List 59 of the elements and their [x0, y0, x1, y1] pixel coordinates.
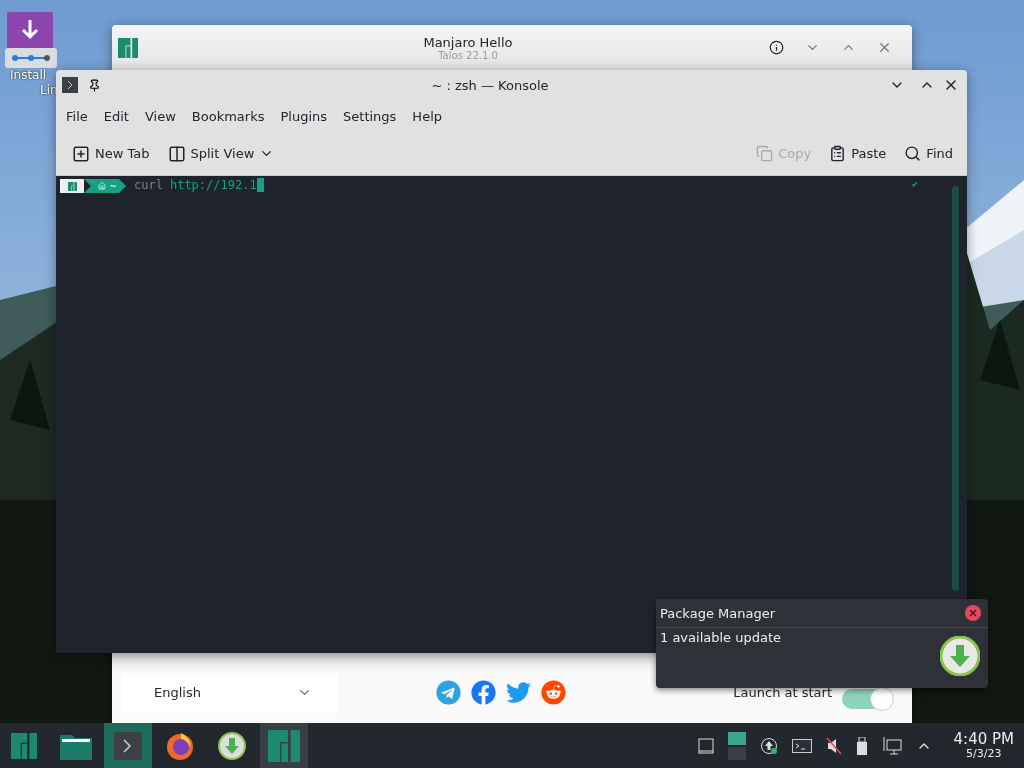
icon-label: Lin [40, 83, 58, 98]
pin-icon[interactable] [88, 78, 101, 92]
manjaro-logo-icon [67, 181, 77, 191]
clock-time: 4:40 PM [953, 731, 1014, 747]
menu-item[interactable]: File [58, 108, 96, 124]
menu-item[interactable]: Help [404, 108, 450, 124]
pager-icon[interactable] [727, 731, 746, 760]
manjaro-logo-icon [11, 732, 37, 759]
language-dropdown[interactable]: English [122, 672, 338, 713]
update-icon[interactable] [759, 736, 778, 755]
icon-label: Install [10, 68, 47, 83]
menu-item[interactable]: Plugins [272, 108, 336, 124]
installer-icon[interactable] [5, 12, 57, 68]
download-icon [218, 731, 246, 760]
download-icon[interactable] [940, 636, 980, 676]
split-view-icon [167, 144, 186, 163]
usb-drive-icon[interactable] [855, 736, 868, 755]
notification-body: 1 available update [660, 630, 782, 647]
network-icon[interactable] [881, 736, 902, 755]
command-text: curl [134, 178, 163, 192]
desktop-icon[interactable] [697, 737, 714, 754]
terminal-icon [114, 731, 142, 760]
menu-item[interactable]: Settings [335, 108, 405, 124]
info-icon[interactable] [768, 40, 784, 55]
manjaro-logo-icon [268, 729, 300, 762]
clipboard-icon [829, 145, 847, 162]
prompt-dir: ~ [110, 180, 117, 192]
notification-title: Package Manager [660, 605, 775, 621]
window-title: Manjaro Hello [423, 34, 513, 50]
menu-item[interactable]: View [136, 108, 184, 124]
facebook-icon[interactable] [470, 680, 496, 705]
clock[interactable]: 4:40 PM 5/3/23 [953, 731, 1014, 760]
fox-globe-icon [165, 730, 195, 761]
window-title: ~ : zsh — Konsole [430, 77, 550, 93]
new-tab-icon [72, 144, 90, 163]
cursor [256, 178, 264, 192]
status-check: ✔ [911, 178, 918, 191]
menu-item[interactable]: Bookmarks [183, 108, 273, 124]
manjaro-logo-icon [118, 37, 138, 58]
menu-item[interactable]: Edit [95, 108, 137, 124]
copy-icon [756, 145, 774, 162]
twitter-icon[interactable] [505, 680, 531, 705]
scrollbar[interactable] [952, 186, 959, 591]
window-subtitle: Talos 22.1.0 [438, 49, 498, 61]
toolbar-button[interactable]: Paste [823, 141, 893, 166]
home-icon [98, 182, 106, 190]
clock-date: 5/3/23 [966, 747, 1002, 760]
terminal-icon [62, 77, 78, 93]
launch-label: Launch at start [733, 685, 832, 700]
toolbar-button[interactable]: New Tab [66, 140, 156, 167]
telegram-icon[interactable] [435, 680, 461, 705]
toolbar-button[interactable]: Find [898, 141, 959, 166]
toolbar-button[interactable]: Split View [161, 140, 281, 167]
launch-toggle[interactable] [842, 688, 892, 709]
terminal-icon[interactable] [791, 737, 812, 754]
reddit-icon[interactable] [540, 680, 566, 705]
search-icon [904, 145, 922, 162]
argument-text: http://192.1 [169, 178, 257, 192]
muted-speaker-icon[interactable] [825, 736, 842, 755]
